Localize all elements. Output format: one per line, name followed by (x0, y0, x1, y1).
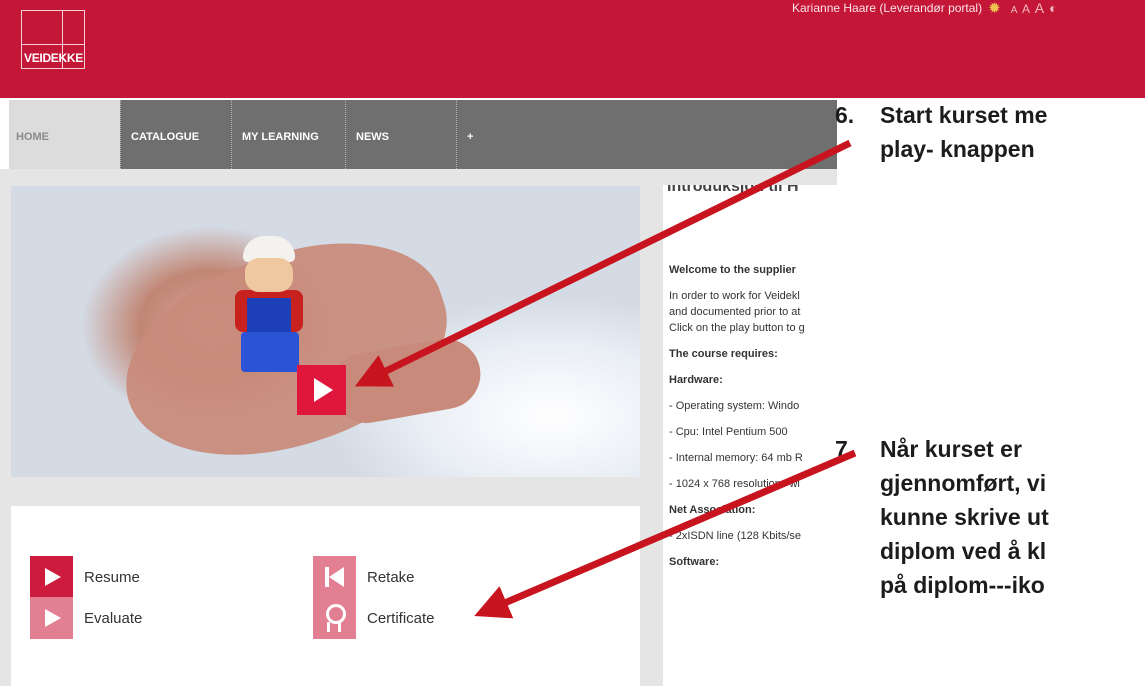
arrow-to-play-button (354, 139, 852, 387)
arrow-to-certificate-button (474, 449, 857, 619)
annotation-arrows (354, 139, 857, 619)
